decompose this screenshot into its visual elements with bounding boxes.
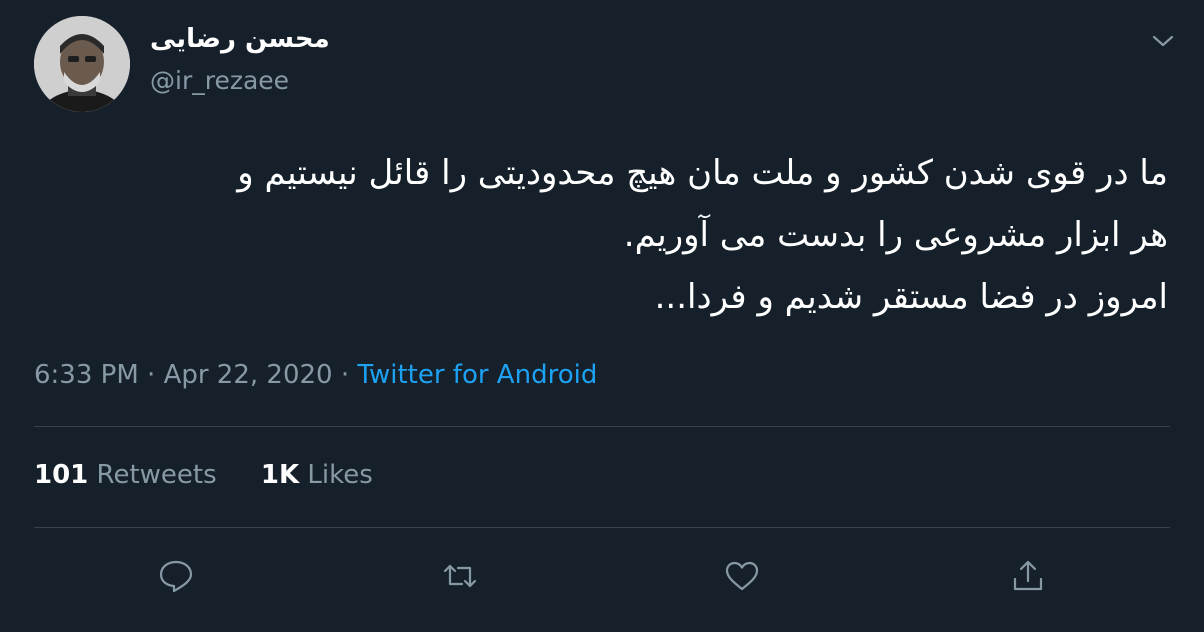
chevron-down-icon[interactable] bbox=[1148, 26, 1178, 56]
tweet-text-line: ما در قوی شدن کشور و ملت مان هیچ محدودیت… bbox=[237, 153, 1168, 193]
tweet-text-line: امروز در فضا مستقر شدیم و فردا... bbox=[654, 277, 1168, 317]
tweet-card: محسن رضایی @ir_rezaee ما در قوی شدن کشور… bbox=[0, 0, 1204, 632]
tweet-actions bbox=[0, 556, 1204, 600]
likes-stat[interactable]: 1K Likes bbox=[261, 460, 373, 490]
meta-separator: · bbox=[340, 360, 350, 390]
likes-count: 1K bbox=[260, 460, 300, 490]
retweets-count: 101 bbox=[34, 460, 89, 490]
divider bbox=[34, 527, 1170, 528]
handle[interactable]: @ir_rezaee bbox=[150, 66, 289, 95]
tweet-stats: 101 Retweets 1K Likes bbox=[34, 460, 409, 490]
tweet-time[interactable]: 6:33 PM bbox=[34, 360, 139, 390]
tweet-text-line: هر ابزار مشروعی را بدست می آوریم. bbox=[623, 215, 1168, 255]
tweet-source-link[interactable]: Twitter for Android bbox=[357, 360, 597, 390]
share-icon[interactable] bbox=[1008, 556, 1048, 596]
retweets-label: Retweets bbox=[96, 460, 217, 490]
avatar[interactable] bbox=[34, 16, 130, 112]
divider bbox=[34, 426, 1170, 427]
retweets-stat[interactable]: 101 Retweets bbox=[34, 460, 225, 490]
tweet-date[interactable]: Apr 22, 2020 bbox=[164, 360, 333, 390]
tweet-meta: 6:33 PM · Apr 22, 2020 · Twitter for And… bbox=[34, 360, 597, 390]
tweet-text: ما در قوی شدن کشور و ملت مان هیچ محدودیت… bbox=[36, 142, 1168, 328]
avatar-image bbox=[34, 16, 130, 112]
heart-icon[interactable] bbox=[722, 556, 762, 596]
meta-separator: · bbox=[147, 360, 156, 390]
reply-icon[interactable] bbox=[156, 556, 196, 596]
display-name[interactable]: محسن رضایی bbox=[150, 24, 330, 54]
retweet-icon[interactable] bbox=[440, 556, 480, 596]
likes-label: Likes bbox=[307, 460, 373, 490]
